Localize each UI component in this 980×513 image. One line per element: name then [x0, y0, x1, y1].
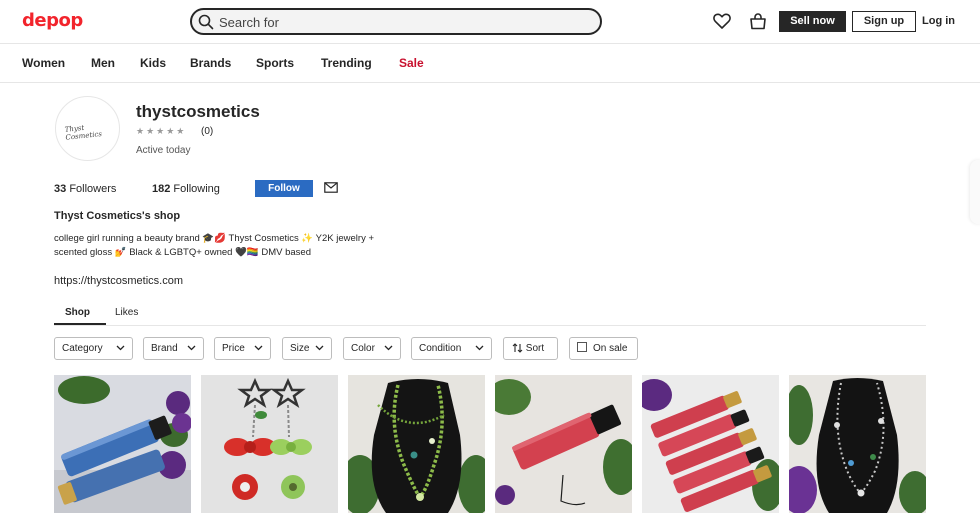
- tab-likes[interactable]: Likes: [115, 307, 138, 318]
- rating-stars[interactable]: ★★★★★: [136, 126, 186, 137]
- sell-now-button[interactable]: Sell now: [779, 11, 846, 32]
- sort-label: Sort: [525, 343, 545, 354]
- product-image: [348, 375, 485, 513]
- filter-size[interactable]: Size: [282, 337, 332, 360]
- following-count: 182: [152, 183, 171, 195]
- filter-condition[interactable]: Condition: [411, 337, 492, 360]
- following-stat[interactable]: 182 Following: [152, 183, 220, 195]
- active-tab-indicator: [54, 323, 106, 325]
- followers-stat[interactable]: 33 Followers: [54, 183, 116, 195]
- search-placeholder: Search for: [219, 15, 279, 30]
- nav-item-sports[interactable]: Sports: [256, 56, 294, 70]
- filter-size-label: Size: [290, 343, 310, 354]
- filter-color-label: Color: [351, 343, 375, 354]
- shopping-bag-icon[interactable]: [749, 12, 767, 30]
- nav-item-sale[interactable]: Sale: [399, 56, 424, 70]
- nav-item-trending[interactable]: Trending: [321, 56, 372, 70]
- chevron-down-icon: [116, 345, 125, 351]
- shop-tabs: Shop Likes: [54, 302, 926, 326]
- search-icon: [198, 14, 214, 30]
- avatar-logo-text: Thyst Cosmetics: [64, 123, 103, 142]
- filter-category[interactable]: Category: [54, 337, 133, 360]
- followers-count: 33: [54, 183, 67, 195]
- product-image: [495, 375, 632, 513]
- website-link[interactable]: https://thystcosmetics.com: [54, 275, 183, 287]
- following-label: Following: [173, 183, 220, 195]
- chevron-down-icon: [315, 345, 324, 351]
- top-bar: depop Search for Sell now Sign up Log in: [0, 0, 980, 44]
- shop-bio: college girl running a beauty brand 🎓💋 T…: [54, 233, 375, 258]
- log-in-link[interactable]: Log in: [922, 15, 955, 27]
- chevron-down-icon: [475, 345, 484, 351]
- product-card[interactable]: [642, 375, 779, 513]
- on-sale-filter[interactable]: On sale: [569, 337, 638, 360]
- nav-item-men[interactable]: Men: [91, 56, 115, 70]
- nav-item-kids[interactable]: Kids: [140, 56, 166, 70]
- product-card[interactable]: [54, 375, 191, 513]
- on-sale-label: On sale: [593, 343, 628, 354]
- product-card[interactable]: [348, 375, 485, 513]
- filter-condition-label: Condition: [419, 343, 462, 354]
- tab-shop[interactable]: Shop: [65, 307, 90, 318]
- nav-item-brands[interactable]: Brands: [190, 56, 231, 70]
- chevron-down-icon: [384, 345, 393, 351]
- filter-category-label: Category: [62, 343, 103, 354]
- depop-logo[interactable]: depop: [22, 10, 83, 31]
- side-drawer-handle[interactable]: [970, 160, 980, 224]
- nav-item-women[interactable]: Women: [22, 56, 65, 70]
- mail-icon[interactable]: [324, 182, 338, 193]
- product-image: [54, 375, 191, 513]
- sort-arrows-icon: [512, 343, 523, 354]
- review-count[interactable]: (0): [201, 126, 213, 137]
- activity-status: Active today: [136, 145, 191, 156]
- followers-label: Followers: [69, 183, 117, 195]
- username: thystcosmetics: [136, 102, 260, 121]
- filter-price-label: Price: [222, 343, 245, 354]
- product-image: [201, 375, 338, 513]
- product-card[interactable]: [789, 375, 926, 513]
- heart-icon[interactable]: [713, 13, 731, 29]
- avatar: Thyst Cosmetics: [55, 96, 120, 161]
- chevron-down-icon: [187, 345, 196, 351]
- product-card[interactable]: [201, 375, 338, 513]
- filter-brand-label: Brand: [151, 343, 178, 354]
- filter-price[interactable]: Price: [214, 337, 271, 360]
- on-sale-checkbox[interactable]: [577, 342, 587, 352]
- category-nav: Women Men Kids Brands Sports Trending Sa…: [0, 44, 980, 83]
- filter-brand[interactable]: Brand: [143, 337, 204, 360]
- sign-up-button[interactable]: Sign up: [852, 11, 916, 32]
- product-image: [789, 375, 926, 513]
- product-image: [642, 375, 779, 513]
- shop-name: Thyst Cosmetics's shop: [54, 210, 181, 222]
- follow-button[interactable]: Follow: [255, 180, 313, 197]
- sort-button[interactable]: Sort: [503, 337, 558, 360]
- product-card[interactable]: [495, 375, 632, 513]
- chevron-down-icon: [254, 345, 263, 351]
- search-input[interactable]: Search for: [190, 8, 602, 35]
- filter-color[interactable]: Color: [343, 337, 401, 360]
